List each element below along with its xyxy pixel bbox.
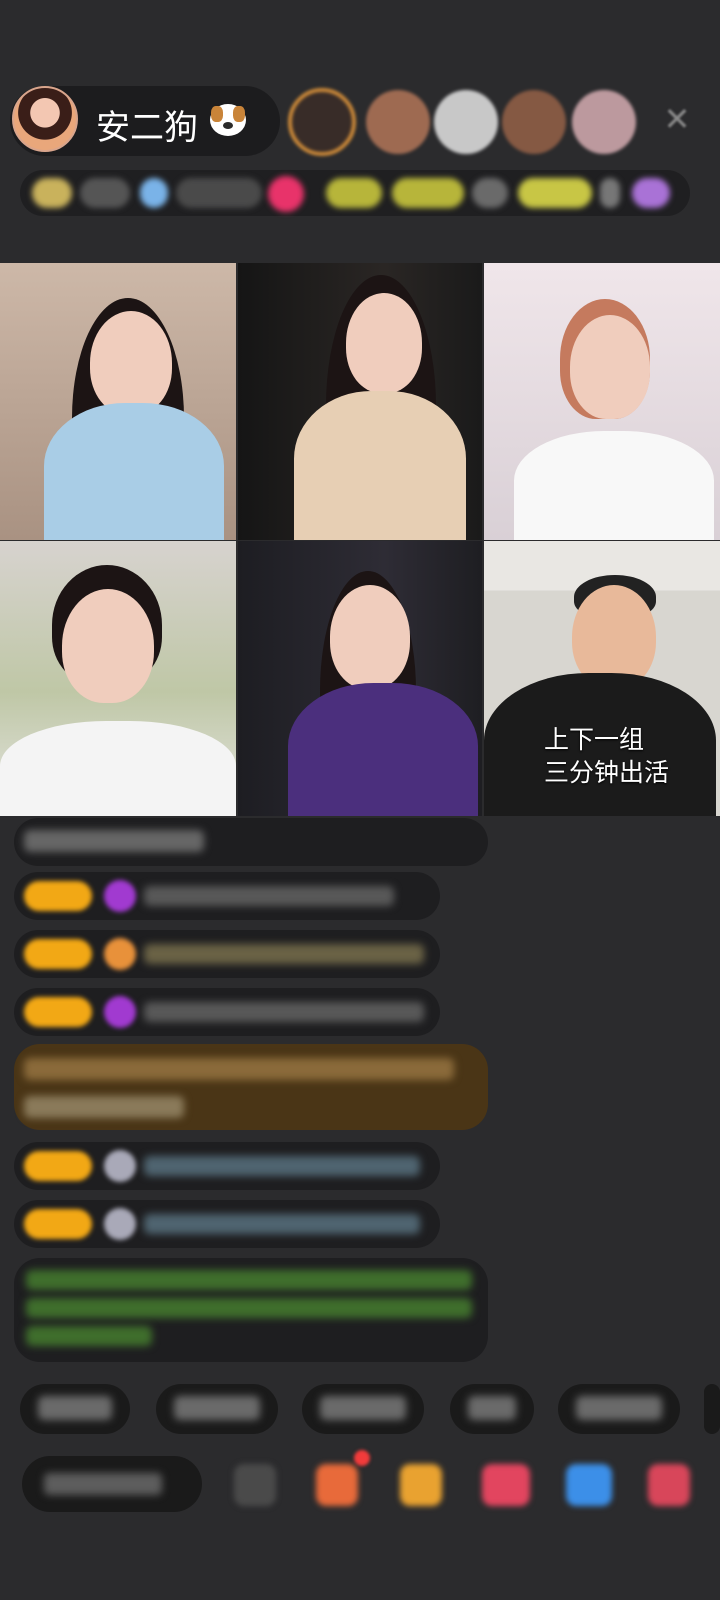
avatar-icon	[104, 1150, 136, 1182]
reward-icon[interactable]	[268, 176, 304, 212]
gem-icon	[104, 880, 136, 912]
quick-reply-button[interactable]	[558, 1384, 680, 1434]
medal-icon	[104, 938, 136, 970]
viewer-avatar[interactable]	[434, 90, 498, 154]
level-badge	[24, 1209, 92, 1239]
notification-dot	[354, 1450, 370, 1466]
shop-icon[interactable]	[316, 1464, 358, 1506]
level-badge	[24, 1151, 92, 1181]
viewer-avatar[interactable]	[366, 90, 430, 154]
video-tile[interactable]	[484, 263, 720, 540]
chat-text	[144, 944, 424, 964]
game-icon[interactable]	[566, 1464, 612, 1506]
dog-face-emoji-icon	[210, 104, 246, 136]
rank-chip[interactable]	[326, 178, 382, 208]
chevron-right-icon[interactable]	[600, 178, 620, 208]
gift-icon[interactable]	[140, 178, 168, 208]
chat-text	[144, 886, 394, 906]
level-badge	[24, 881, 92, 911]
info-chip	[472, 178, 508, 208]
quick-reply-button[interactable]	[20, 1384, 130, 1434]
level-badge	[24, 997, 92, 1027]
notice-text	[26, 1298, 472, 1318]
level-chip[interactable]	[32, 178, 72, 208]
host-avatar[interactable]	[12, 86, 78, 152]
chat-text	[144, 1214, 420, 1234]
video-tile[interactable]	[238, 541, 482, 816]
info-chip	[176, 178, 262, 208]
close-icon[interactable]: ✕	[660, 102, 694, 136]
avatar-icon	[104, 1208, 136, 1240]
notice-text	[26, 1326, 152, 1346]
host-name: 安二狗	[96, 108, 198, 148]
video-tile[interactable]	[0, 541, 236, 816]
gem-icon	[104, 996, 136, 1028]
keyboard-icon[interactable]	[234, 1464, 276, 1506]
video-caption-line-1: 上下一组	[544, 725, 645, 754]
chat-text	[144, 1002, 424, 1022]
quick-reply-button[interactable]	[156, 1384, 278, 1434]
fan-club-icon[interactable]	[632, 178, 670, 208]
gift-box-icon[interactable]	[400, 1464, 442, 1506]
viewer-avatar[interactable]	[502, 90, 566, 154]
info-chip	[80, 178, 130, 208]
chat-text	[144, 1156, 420, 1176]
quick-reply-button[interactable]	[704, 1384, 720, 1434]
quick-reply-button[interactable]	[302, 1384, 424, 1434]
video-caption-line-2: 三分钟出活	[544, 758, 670, 787]
notice-text	[26, 1270, 472, 1290]
red-packet-icon[interactable]	[482, 1464, 530, 1506]
chat-text	[24, 1058, 454, 1080]
chat-text	[24, 830, 204, 852]
rank-chip[interactable]	[518, 178, 592, 208]
quick-reply-button[interactable]	[450, 1384, 534, 1434]
chat-text	[24, 1096, 184, 1118]
chat-input[interactable]	[22, 1456, 202, 1512]
video-tile[interactable]	[238, 263, 482, 540]
viewer-avatar[interactable]	[288, 88, 356, 156]
more-apps-icon[interactable]	[648, 1464, 690, 1506]
rank-chip[interactable]	[392, 178, 464, 208]
viewer-avatar[interactable]	[572, 90, 636, 154]
video-tile[interactable]	[0, 263, 236, 540]
level-badge	[24, 939, 92, 969]
